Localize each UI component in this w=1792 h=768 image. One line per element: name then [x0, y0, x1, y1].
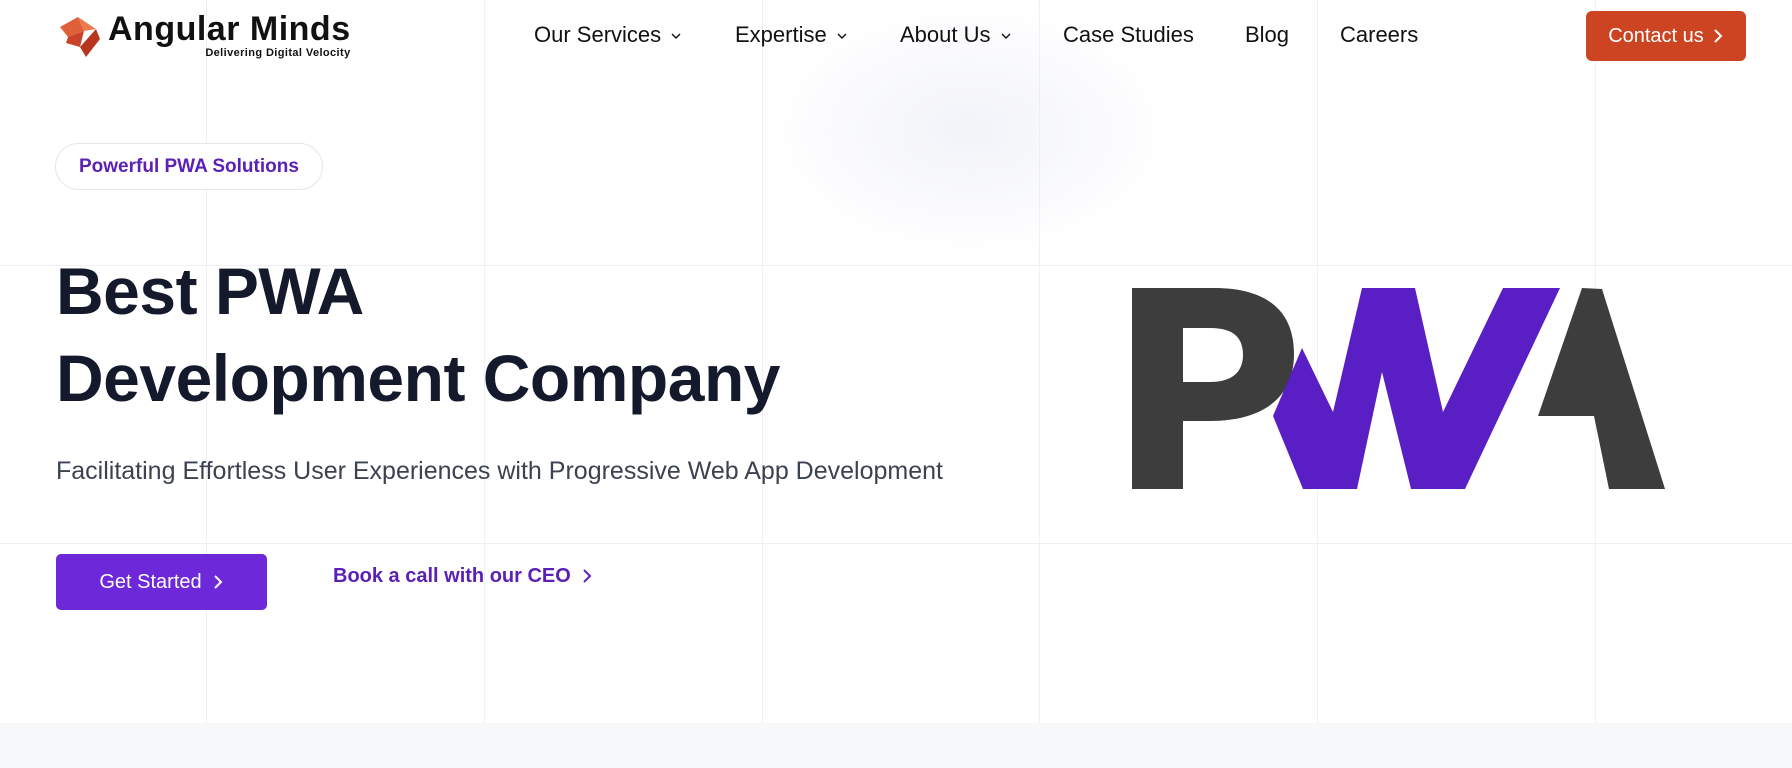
- brand-name: Angular Minds: [108, 10, 351, 48]
- book-call-ceo-link[interactable]: Book a call with our CEO: [333, 563, 593, 589]
- brand-tagline: Delivering Digital Velocity: [205, 47, 351, 59]
- nav-label: Case Studies: [1063, 22, 1194, 47]
- nav-item-careers[interactable]: Careers: [1340, 22, 1418, 48]
- pwa-logo-p: [1132, 288, 1294, 489]
- nav-label: Careers: [1340, 22, 1419, 47]
- nav-label: Blog: [1245, 22, 1290, 47]
- nav-label: About Us: [900, 22, 991, 47]
- nav-item-blog[interactable]: Blog: [1245, 22, 1289, 48]
- nav-item-about-us[interactable]: About Us: [900, 22, 1013, 48]
- hero-title: Best PWA Development Company: [56, 248, 780, 422]
- chevron-down-icon: [671, 33, 681, 39]
- page: Angular Minds Delivering Digital Velocit…: [0, 0, 1792, 768]
- nav-item-case-studies[interactable]: Case Studies: [1063, 22, 1194, 48]
- chevron-right-icon: [583, 569, 592, 583]
- chevron-down-icon: [837, 33, 847, 39]
- hero-title-line1: Best PWA: [56, 254, 364, 328]
- pwa-logo-a: [1538, 288, 1665, 489]
- nav-label: Expertise: [735, 22, 827, 47]
- pwa-logo: [1132, 288, 1665, 489]
- get-started-label: Get Started: [99, 570, 202, 593]
- contact-us-label: Contact us: [1608, 24, 1704, 47]
- hero-subtitle: Facilitating Effortless User Experiences…: [56, 457, 943, 485]
- nav-label: Our Services: [534, 22, 662, 47]
- pwa-logo-w: [1273, 288, 1560, 489]
- nav-item-our-services[interactable]: Our Services: [534, 22, 683, 48]
- contact-us-button[interactable]: Contact us: [1586, 11, 1746, 61]
- hero-title-line2: Development Company: [56, 341, 780, 415]
- hero-badge-label: Powerful PWA Solutions: [79, 155, 299, 177]
- next-section-band: [0, 723, 1792, 768]
- brand-logo[interactable]: Angular Minds Delivering Digital Velocit…: [56, 12, 351, 59]
- angular-minds-logo-icon: [60, 16, 100, 57]
- hero-badge: Powerful PWA Solutions: [55, 143, 323, 190]
- chevron-right-icon: [1714, 29, 1723, 43]
- get-started-button[interactable]: Get Started: [56, 554, 267, 610]
- chevron-right-icon: [213, 575, 223, 589]
- nav-item-expertise[interactable]: Expertise: [735, 22, 849, 48]
- book-call-ceo-label: Book a call with our CEO: [333, 564, 571, 587]
- chevron-down-icon: [1001, 33, 1010, 39]
